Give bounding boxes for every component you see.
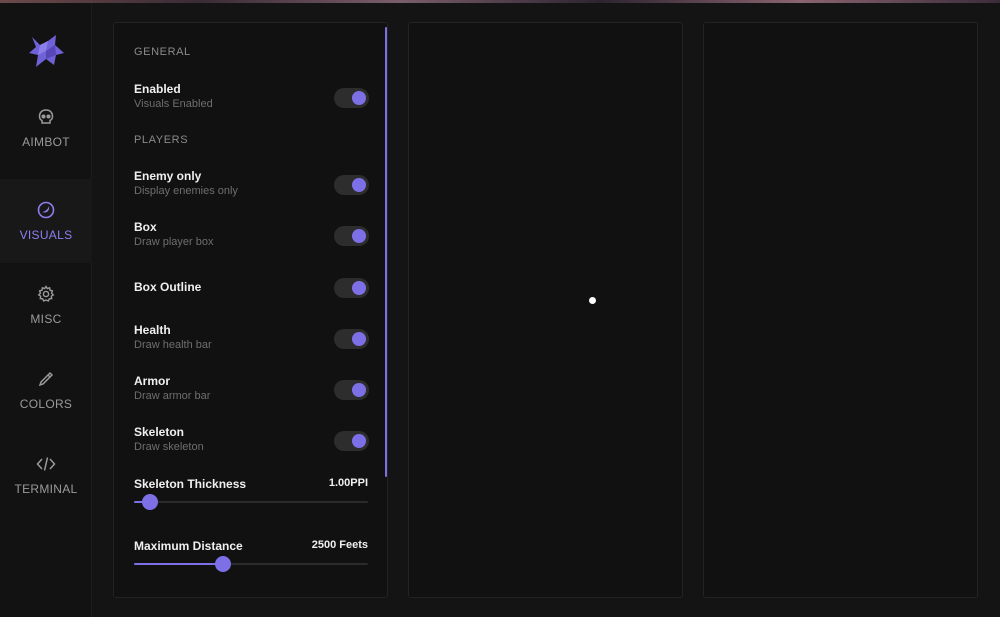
nav-colors[interactable]: COLORS xyxy=(0,348,92,432)
sidebar: AIMBOT VISUALS MISC COLORS TERMINAL xyxy=(0,3,92,617)
code-icon xyxy=(36,454,56,474)
toggle-knob xyxy=(352,229,366,243)
max-distance-value: 2500 Feets xyxy=(311,539,368,551)
max-distance-title: Maximum Distance xyxy=(134,539,243,553)
panel-scrollbar[interactable] xyxy=(385,27,387,477)
setting-box-title: Box xyxy=(134,220,157,234)
right-panel xyxy=(703,22,978,598)
setting-box-outline-title: Box Outline xyxy=(134,280,202,294)
toggle-knob xyxy=(352,332,366,346)
skeleton-thickness-thumb[interactable] xyxy=(142,494,159,510)
setting-enemy-only: Enemy only Display enemies only xyxy=(134,169,369,203)
setting-health-desc: Draw health bar xyxy=(134,339,212,351)
setting-skeleton: Skeleton Draw skeleton xyxy=(134,425,369,459)
nav-visuals-label: VISUALS xyxy=(19,228,73,242)
setting-enemy-only-desc: Display enemies only xyxy=(134,185,238,197)
eye-icon xyxy=(36,200,56,220)
setting-armor-desc: Draw armor bar xyxy=(134,390,211,402)
cursor-dot xyxy=(589,297,596,304)
toggle-knob xyxy=(352,383,366,397)
setting-enabled-desc: Visuals Enabled xyxy=(134,98,213,110)
setting-health-title: Health xyxy=(134,323,171,337)
nav-terminal-label: TERMINAL xyxy=(14,482,78,496)
setting-max-distance: Maximum Distance 2500 Feets xyxy=(134,539,368,579)
top-edge-strip xyxy=(0,0,1000,3)
setting-box-outline: Box Outline xyxy=(134,272,369,306)
nav-misc[interactable]: MISC xyxy=(0,263,92,347)
nav-aimbot[interactable]: AIMBOT xyxy=(0,86,92,170)
skeleton-thickness-title: Skeleton Thickness xyxy=(134,477,247,491)
setting-enabled: Enabled Visuals Enabled xyxy=(134,82,369,116)
nav-visuals[interactable]: VISUALS xyxy=(0,179,92,263)
max-distance-thumb[interactable] xyxy=(214,556,231,572)
setting-skeleton-thickness: Skeleton Thickness 1.00PPI xyxy=(134,477,368,517)
box-outline-toggle[interactable] xyxy=(334,278,369,298)
toggle-knob xyxy=(352,91,366,105)
setting-enabled-title: Enabled xyxy=(134,82,181,96)
skeleton-thickness-track[interactable] xyxy=(134,494,368,510)
setting-box: Box Draw player box xyxy=(134,220,369,254)
max-distance-fill xyxy=(134,563,223,565)
enabled-toggle[interactable] xyxy=(334,88,369,108)
box-toggle[interactable] xyxy=(334,226,369,246)
eyedropper-icon xyxy=(36,369,56,389)
toggle-knob xyxy=(352,281,366,295)
setting-armor-title: Armor xyxy=(134,374,171,388)
setting-enemy-only-title: Enemy only xyxy=(134,169,202,183)
nav-aimbot-label: AIMBOT xyxy=(22,135,70,149)
setting-box-desc: Draw player box xyxy=(134,236,214,248)
max-distance-track[interactable] xyxy=(134,556,368,572)
setting-skeleton-title: Skeleton xyxy=(134,425,185,439)
nav-misc-label: MISC xyxy=(30,312,62,326)
skeleton-thickness-value: 1.00PPI xyxy=(328,477,368,489)
health-toggle[interactable] xyxy=(334,329,369,349)
toggle-knob xyxy=(352,178,366,192)
section-players-title: PLAYERS xyxy=(134,134,189,146)
setting-skeleton-desc: Draw skeleton xyxy=(134,441,204,453)
toggle-knob xyxy=(352,434,366,448)
nav-colors-label: COLORS xyxy=(19,397,73,411)
middle-panel xyxy=(408,22,683,598)
skeleton-toggle[interactable] xyxy=(334,431,369,451)
wolf-logo-icon xyxy=(26,31,68,71)
setting-health: Health Draw health bar xyxy=(134,323,369,357)
skull-icon xyxy=(36,107,56,127)
enemy-only-toggle[interactable] xyxy=(334,175,369,195)
gear-icon xyxy=(36,284,56,304)
visuals-settings-panel[interactable]: GENERAL Enabled Visuals Enabled PLAYERS … xyxy=(113,22,388,598)
nav-terminal[interactable]: TERMINAL xyxy=(0,433,92,517)
setting-armor: Armor Draw armor bar xyxy=(134,374,369,408)
armor-toggle[interactable] xyxy=(334,380,369,400)
section-general-title: GENERAL xyxy=(134,46,191,58)
